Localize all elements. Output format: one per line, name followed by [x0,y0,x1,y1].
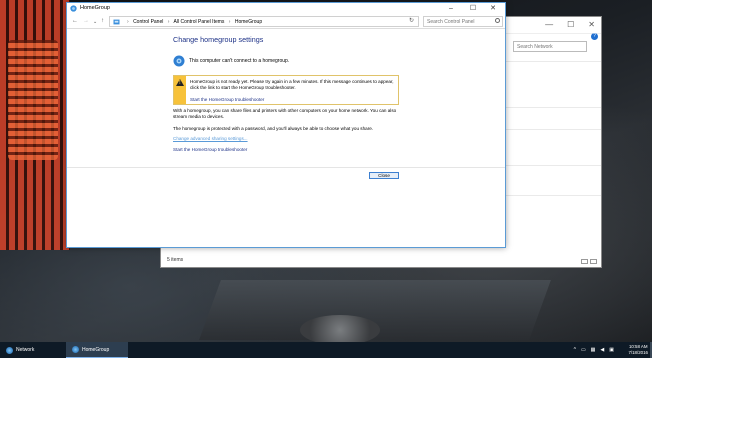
system-tray: ^ ▭ ▦ ◀ ▣ [574,347,614,353]
breadcrumb-item[interactable]: HomeGroup [235,19,262,25]
close-button[interactable]: Close [369,172,399,179]
warning-banner: HomeGroup is not ready yet. Please try a… [173,75,399,105]
desktop: — ☐ ✕ ? 5 items HomeGroup – ☐ ✕ [0,0,652,358]
troubleshooter-link[interactable]: Start the HomeGroup troubleshooter [190,97,264,102]
control-panel-icon [113,19,120,25]
refresh-icon[interactable]: ↻ [409,17,414,24]
chevron-right-icon: › [167,19,170,25]
clock-time: 10:58 AM [628,344,648,349]
minimize-icon[interactable]: — [545,20,553,29]
network-search-input[interactable] [513,41,587,52]
homegroup-icon [70,5,77,12]
window-titlebar[interactable]: HomeGroup – ☐ ✕ [67,3,505,15]
taskbar-item-label: HomeGroup [82,346,110,353]
warning-icon [176,79,184,86]
clock-date: 7/18/2016 [628,349,648,355]
forward-arrow-icon[interactable]: → [83,18,89,24]
show-desktop-button[interactable] [650,342,652,358]
volume-icon[interactable]: ◀ [600,347,604,353]
list-divider [506,129,601,130]
advanced-sharing-link[interactable]: Change advanced sharing settings... [173,136,248,141]
close-icon[interactable]: ✕ [588,20,595,29]
back-arrow-icon[interactable]: ← [72,18,78,24]
search-icon[interactable] [495,18,500,23]
taskbar-item-homegroup[interactable]: HomeGroup [66,342,128,358]
action-center-icon[interactable]: ▭ [581,347,586,353]
connection-status: This computer can't connect to a homegro… [173,55,289,67]
homegroup-icon [72,346,79,353]
divider [67,167,505,168]
chevron-right-icon: › [127,19,129,25]
close-icon[interactable]: ✕ [483,3,503,15]
password-info-text: The homegroup is protected with a passwo… [173,126,374,131]
breadcrumb[interactable]: › Control Panel › All Control Panel Item… [109,16,419,27]
page-title: Change homegroup settings [173,35,264,44]
wallpaper-machine [300,315,380,345]
search-input[interactable] [423,16,503,27]
list-divider [506,107,601,108]
chevron-up-icon[interactable]: ^ [574,347,576,353]
taskbar-item-label: Network [16,347,35,353]
maximize-icon[interactable]: ☐ [567,20,574,29]
keyboard-icon[interactable]: ▣ [609,347,614,353]
breadcrumb-item[interactable]: Control Panel [133,19,163,25]
up-arrow-icon[interactable]: ↑ [101,18,104,24]
large-icons-view-icon[interactable] [590,259,597,264]
breadcrumb-item[interactable]: All Control Panel Items [174,19,225,25]
homegroup-icon [173,55,185,67]
network-icon [6,346,13,354]
list-divider [506,165,601,166]
taskbar-item-network[interactable]: Network [0,342,62,358]
details-view-icon[interactable] [581,259,588,264]
status-text: This computer can't connect to a homegro… [189,58,290,64]
address-bar: ← → ⌄ ↑ › Control Panel › All Control Pa… [67,15,505,29]
network-status-icon[interactable]: ▦ [591,347,596,353]
description-text: With a homegroup, you can share files an… [173,108,397,119]
minimize-icon[interactable]: – [441,3,461,15]
troubleshooter-link[interactable]: Start the HomeGroup troubleshooter [173,147,247,152]
taskbar: Network HomeGroup ^ ▭ ▦ ◀ ▣ 10:58 AM 7/1… [0,342,652,358]
homegroup-window[interactable]: HomeGroup – ☐ ✕ ← → ⌄ ↑ › Control Panel … [66,2,506,248]
window-title: HomeGroup [80,5,110,11]
maximize-icon[interactable]: ☐ [463,3,483,15]
clock[interactable]: 10:58 AM 7/18/2016 [628,344,648,355]
list-divider [506,195,601,196]
wallpaper-heater-grill [8,40,58,160]
help-icon[interactable]: ? [591,33,598,40]
item-count: 5 items [167,257,184,263]
warning-message: HomeGroup is not ready yet. Please try a… [190,79,394,90]
chevron-down-icon[interactable]: ⌄ [93,19,97,25]
list-divider [506,61,601,62]
chevron-right-icon: › [228,19,231,25]
